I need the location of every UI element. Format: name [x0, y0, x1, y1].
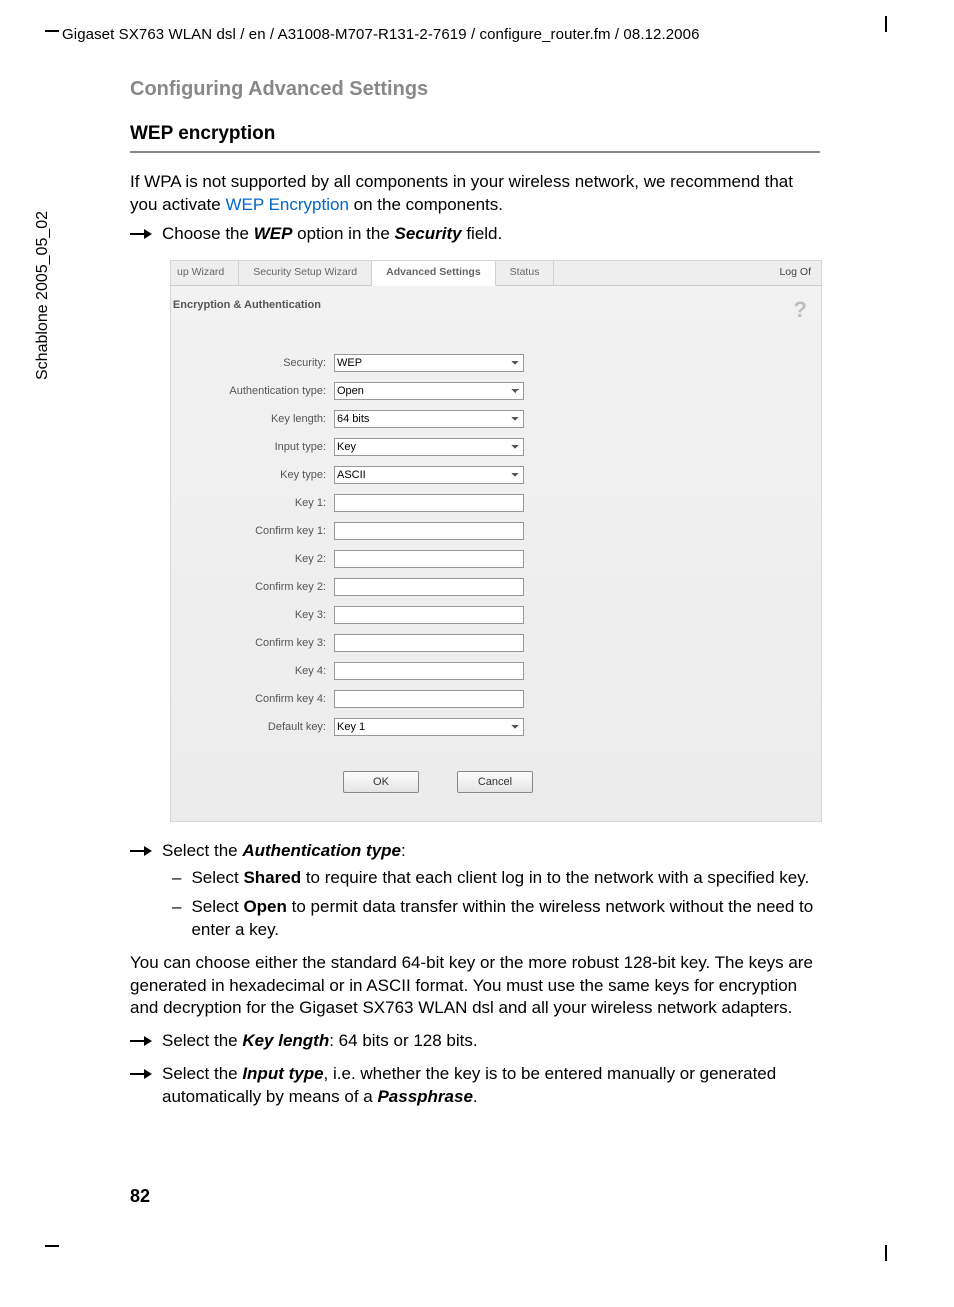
label-key-length: Key length:	[171, 413, 334, 425]
label-auth-type: Authentication type:	[171, 385, 334, 397]
page-number: 82	[130, 1186, 150, 1207]
label-confirm-key3: Confirm key 3:	[171, 637, 334, 649]
arrow-icon	[130, 227, 152, 241]
tab-status[interactable]: Status	[496, 261, 555, 285]
help-icon[interactable]: ?	[794, 297, 807, 323]
wep-encryption-link[interactable]: WEP Encryption	[225, 195, 348, 214]
arrow-icon	[130, 844, 152, 858]
label-key4: Key 4:	[171, 665, 334, 677]
label-confirm-key1: Confirm key 1:	[171, 525, 334, 537]
logoff-link[interactable]: Log Of	[769, 261, 821, 285]
tab-security-setup-wizard[interactable]: Security Setup Wizard	[239, 261, 372, 285]
key4-input[interactable]	[334, 662, 524, 680]
step-text: Choose the WEP option in the Security fi…	[162, 223, 502, 246]
intro-paragraph: If WPA is not supported by all component…	[130, 171, 820, 217]
auth-type-select[interactable]: Open	[334, 382, 524, 400]
key-type-select[interactable]: ASCII	[334, 466, 524, 484]
label-key-type: Key type:	[171, 469, 334, 481]
list-item: – Select Shared to require that each cli…	[172, 867, 820, 890]
label-default-key: Default key:	[171, 721, 334, 733]
breadcrumb: Configuring Advanced Settings	[130, 78, 820, 101]
section-title: WEP encryption	[130, 123, 820, 145]
key2-input[interactable]	[334, 550, 524, 568]
label-confirm-key2: Confirm key 2:	[171, 581, 334, 593]
template-stamp: Schablone 2005_05_02	[34, 211, 52, 380]
text: on the components.	[354, 195, 503, 214]
confirm-key4-input[interactable]	[334, 690, 524, 708]
panel-title: Encryption & Authentication	[170, 299, 321, 313]
label-confirm-key4: Confirm key 4:	[171, 693, 334, 705]
arrow-icon	[130, 1067, 152, 1081]
default-key-select[interactable]: Key 1	[334, 718, 524, 736]
list-item: – Select Open to permit data transfer wi…	[172, 896, 820, 942]
tab-setup-wizard[interactable]: up Wizard	[171, 261, 239, 285]
key3-input[interactable]	[334, 606, 524, 624]
label-input-type: Input type:	[171, 441, 334, 453]
label-key1: Key 1:	[171, 497, 334, 509]
step-text: Select the Input type, i.e. whether the …	[162, 1063, 820, 1109]
ok-button[interactable]: OK	[343, 771, 419, 793]
router-screenshot: up Wizard Security Setup Wizard Advanced…	[170, 260, 822, 822]
cancel-button[interactable]: Cancel	[457, 771, 533, 793]
input-type-select[interactable]: Key	[334, 438, 524, 456]
key1-input[interactable]	[334, 494, 524, 512]
confirm-key2-input[interactable]	[334, 578, 524, 596]
confirm-key3-input[interactable]	[334, 634, 524, 652]
label-key3: Key 3:	[171, 609, 334, 621]
security-select[interactable]: WEP	[334, 354, 524, 372]
step-text: Select the Authentication type:	[162, 840, 406, 863]
header-path: Gigaset SX763 WLAN dsl / en / A31008-M70…	[62, 26, 700, 43]
arrow-icon	[130, 1034, 152, 1048]
key-length-select[interactable]: 64 bits	[334, 410, 524, 428]
section-rule	[130, 151, 820, 153]
confirm-key1-input[interactable]	[334, 522, 524, 540]
tab-advanced-settings[interactable]: Advanced Settings	[372, 261, 496, 286]
label-key2: Key 2:	[171, 553, 334, 565]
label-security: Security:	[171, 357, 334, 369]
step-text: Select the Key length: 64 bits or 128 bi…	[162, 1030, 478, 1053]
paragraph: You can choose either the standard 64-bi…	[130, 952, 820, 1021]
